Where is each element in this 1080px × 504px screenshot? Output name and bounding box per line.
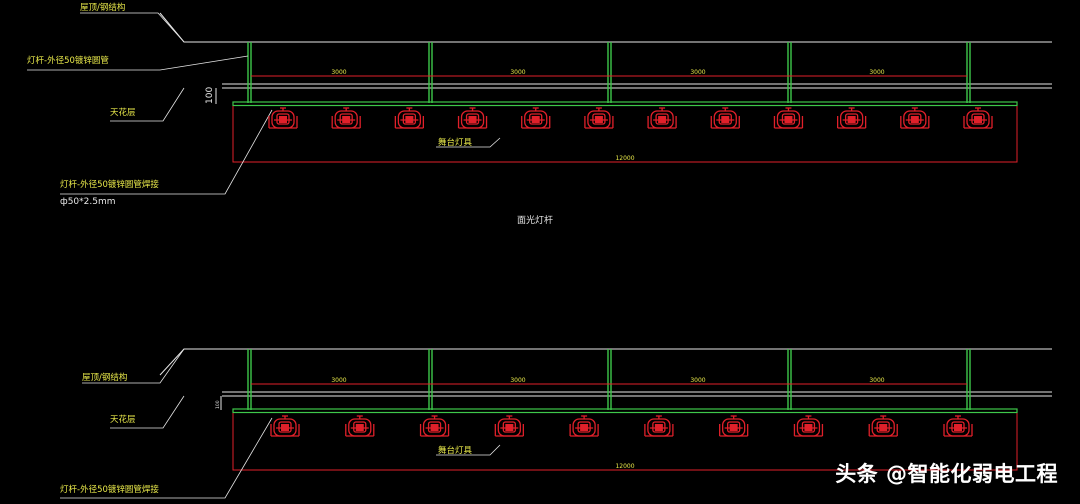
stage-fixture-icon — [345, 415, 375, 437]
roof-line — [159, 348, 1052, 376]
vertical-dim: 100 — [205, 87, 215, 104]
stage-fixture-icon — [270, 415, 300, 437]
watermark: 头条 @智能化弱电工程 — [835, 462, 1058, 486]
span-dim: 3000 — [869, 377, 884, 384]
vertical-dim: 100 — [215, 400, 221, 409]
hangers — [247, 349, 971, 410]
section-1: 3000 3000 3000 3000 12000 100 屋顶/钢结构 灯杆-… — [27, 2, 1052, 207]
ceiling-label: 天花层 — [110, 107, 136, 118]
stage-fixture-icon — [644, 415, 674, 437]
roof-label: 屋顶/钢结构 — [82, 372, 127, 383]
stage-fixture-icon — [419, 415, 450, 437]
stage-fixture-icon — [494, 415, 524, 437]
stage-fixture-icon — [773, 107, 804, 129]
span-dim: 3000 — [690, 69, 705, 76]
leaders — [27, 12, 501, 195]
hangers — [247, 42, 971, 103]
fixtures-row — [268, 107, 993, 129]
spec-label: ф50*2.5mm — [60, 197, 116, 207]
stage-fixture-icon — [268, 107, 298, 129]
stage-fixture-icon — [394, 107, 425, 129]
light-pipe — [232, 408, 1018, 414]
stage-fixture-icon — [963, 107, 993, 129]
stage-fixture-icon — [521, 107, 551, 129]
stage-fixture-icon — [900, 107, 930, 129]
roof-label: 屋顶/钢结构 — [80, 2, 125, 13]
stage-fixture-icon — [710, 107, 740, 129]
weld-label: 灯杆-外径50镀锌圆管焊接 — [60, 484, 159, 495]
stage-fixture-icon — [584, 107, 614, 129]
ceiling-label: 天花层 — [110, 414, 136, 425]
total-dim: 12000 — [615, 155, 634, 162]
stage-fixture-icon — [719, 415, 749, 437]
span-dim: 3000 — [869, 69, 884, 76]
drawing-title: 面光灯杆 — [517, 214, 553, 226]
fixture-label: 舞台灯具 — [438, 137, 473, 148]
cad-drawing: 3000 3000 3000 3000 12000 100 屋顶/钢结构 灯杆-… — [27, 2, 1052, 499]
total-dim: 12000 — [615, 463, 634, 470]
fixtures-row — [270, 415, 973, 437]
light-pipe — [232, 101, 1018, 107]
roof-line — [159, 12, 1052, 43]
fixture-label: 舞台灯具 — [438, 445, 473, 456]
span-dim: 3000 — [510, 69, 525, 76]
span-dim: 3000 — [331, 69, 346, 76]
stage-fixture-icon — [836, 107, 867, 129]
stage-fixture-icon — [331, 107, 361, 129]
span-dim: 3000 — [510, 377, 525, 384]
stage-fixture-icon — [793, 415, 824, 437]
stage-fixture-icon — [943, 415, 973, 437]
stage-fixture-icon — [647, 107, 677, 129]
pipe-label: 灯杆-外径50镀锌圆管 — [27, 55, 109, 66]
weld-label: 灯杆-外径50镀锌圆管焊接 — [60, 179, 159, 190]
stage-fixture-icon — [868, 415, 898, 437]
span-dim: 3000 — [690, 377, 705, 384]
span-dim: 3000 — [331, 377, 346, 384]
stage-fixture-icon — [457, 107, 488, 129]
stage-fixture-icon — [569, 415, 599, 437]
